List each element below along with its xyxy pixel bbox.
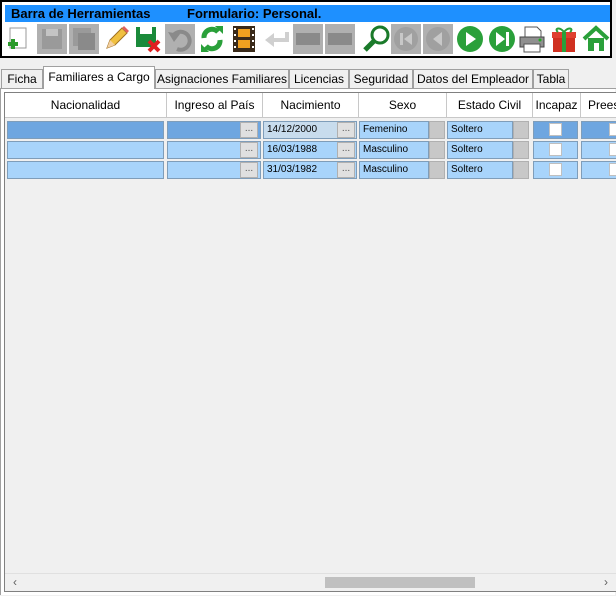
save-all-disabled-icon[interactable] (69, 24, 99, 54)
column-header-incapaz[interactable]: Incapaz (533, 93, 581, 118)
horizontal-scrollbar[interactable]: ‹ › (5, 573, 616, 591)
column-header-prees[interactable]: Prees (581, 93, 616, 118)
ingreso-picker-button[interactable]: ... (240, 142, 258, 158)
tab-tabla[interactable]: Tabla (533, 69, 569, 88)
estado-civil-dropdown-button[interactable] (513, 161, 529, 179)
estado-civil-dropdown-button[interactable] (513, 141, 529, 159)
toolbar: Barra de Herramientas Formulario: Person… (0, 0, 612, 58)
scroll-left-arrow-icon[interactable]: ‹ (7, 574, 23, 591)
prees-checkbox[interactable] (609, 143, 616, 156)
cell-estado-civil[interactable]: Soltero (447, 141, 513, 159)
nacimiento-picker-button[interactable]: ... (337, 142, 355, 158)
undo-disabled-icon[interactable] (165, 24, 195, 54)
disabled-button-2[interactable] (325, 24, 355, 54)
refresh-icon[interactable] (197, 24, 227, 54)
column-header-ingreso-al-pais[interactable]: Ingreso al País (167, 93, 263, 118)
edit-pencil-icon[interactable] (101, 24, 131, 54)
tab-seguridad[interactable]: Seguridad (349, 69, 413, 88)
tab-ficha[interactable]: Ficha (1, 69, 43, 88)
incapaz-checkbox[interactable] (549, 163, 562, 176)
tab-licencias[interactable]: Licencias (289, 69, 349, 88)
scroll-right-arrow-icon[interactable]: › (598, 574, 614, 591)
add-icon[interactable] (4, 24, 34, 54)
ingreso-picker-button[interactable]: ... (240, 162, 258, 178)
cell-nacionalidad[interactable] (7, 141, 164, 159)
sexo-dropdown-button[interactable] (429, 161, 445, 179)
form-label: Formulario: Personal. (187, 6, 322, 21)
next-record-icon[interactable] (455, 24, 485, 54)
tab-familiares-a-cargo[interactable]: Familiares a Cargo (43, 66, 155, 89)
cell-nacionalidad[interactable] (7, 161, 164, 179)
cell-sexo[interactable]: Femenino (359, 121, 429, 139)
column-header-estado-civil[interactable]: Estado Civil (447, 93, 533, 118)
column-header-nacionalidad[interactable]: Nacionalidad (5, 93, 167, 118)
print-icon[interactable] (517, 24, 547, 54)
toolbar-icons (4, 23, 610, 56)
film-icon[interactable] (229, 24, 259, 54)
home-icon[interactable] (581, 24, 611, 54)
toolbar-title: Barra de Herramientas (11, 6, 151, 21)
tab-datos-del-empleador[interactable]: Datos del Empleador (413, 69, 533, 88)
cell-nacionalidad[interactable] (7, 121, 164, 139)
table-row[interactable]: ... 16/03/1988 ... Masculino Soltero (5, 140, 616, 160)
cell-estado-civil[interactable]: Soltero (447, 161, 513, 179)
gift-icon[interactable] (549, 24, 579, 54)
previous-record-disabled-icon[interactable] (423, 24, 453, 54)
sexo-dropdown-button[interactable] (429, 141, 445, 159)
tab-asignaciones-familiares[interactable]: Asignaciones Familiares (155, 69, 289, 88)
save-disabled-icon[interactable] (37, 24, 67, 54)
incapaz-checkbox[interactable] (549, 143, 562, 156)
nacimiento-picker-button[interactable]: ... (337, 162, 355, 178)
back-arrow-disabled-icon[interactable] (261, 24, 291, 54)
first-record-disabled-icon[interactable] (391, 24, 421, 54)
incapaz-checkbox[interactable] (549, 123, 562, 136)
nacimiento-picker-button[interactable]: ... (337, 122, 355, 138)
prees-checkbox[interactable] (609, 163, 616, 176)
cell-sexo[interactable]: Masculino (359, 141, 429, 159)
cell-sexo[interactable]: Masculino (359, 161, 429, 179)
toolbar-title-bar: Barra de Herramientas Formulario: Person… (5, 5, 610, 22)
prees-checkbox[interactable] (609, 123, 616, 136)
column-header-nacimiento[interactable]: Nacimiento (263, 93, 359, 118)
search-icon[interactable] (362, 24, 392, 54)
tab-panel: Nacionalidad Ingreso al País Nacimiento … (0, 89, 616, 595)
ingreso-picker-button[interactable]: ... (240, 122, 258, 138)
last-record-icon[interactable] (487, 24, 517, 54)
cell-estado-civil[interactable]: Soltero (447, 121, 513, 139)
table-row[interactable]: ... 31/03/1982 ... Masculino Soltero (5, 160, 616, 180)
sexo-dropdown-button[interactable] (429, 121, 445, 139)
table-row[interactable]: ... 14/12/2000 ... Femenino Soltero (5, 120, 616, 140)
data-grid: Nacionalidad Ingreso al País Nacimiento … (4, 92, 616, 592)
estado-civil-dropdown-button[interactable] (513, 121, 529, 139)
scrollbar-thumb[interactable] (325, 577, 475, 588)
column-header-sexo[interactable]: Sexo (359, 93, 447, 118)
delete-save-icon[interactable] (133, 24, 163, 54)
disabled-button-1[interactable] (293, 24, 323, 54)
